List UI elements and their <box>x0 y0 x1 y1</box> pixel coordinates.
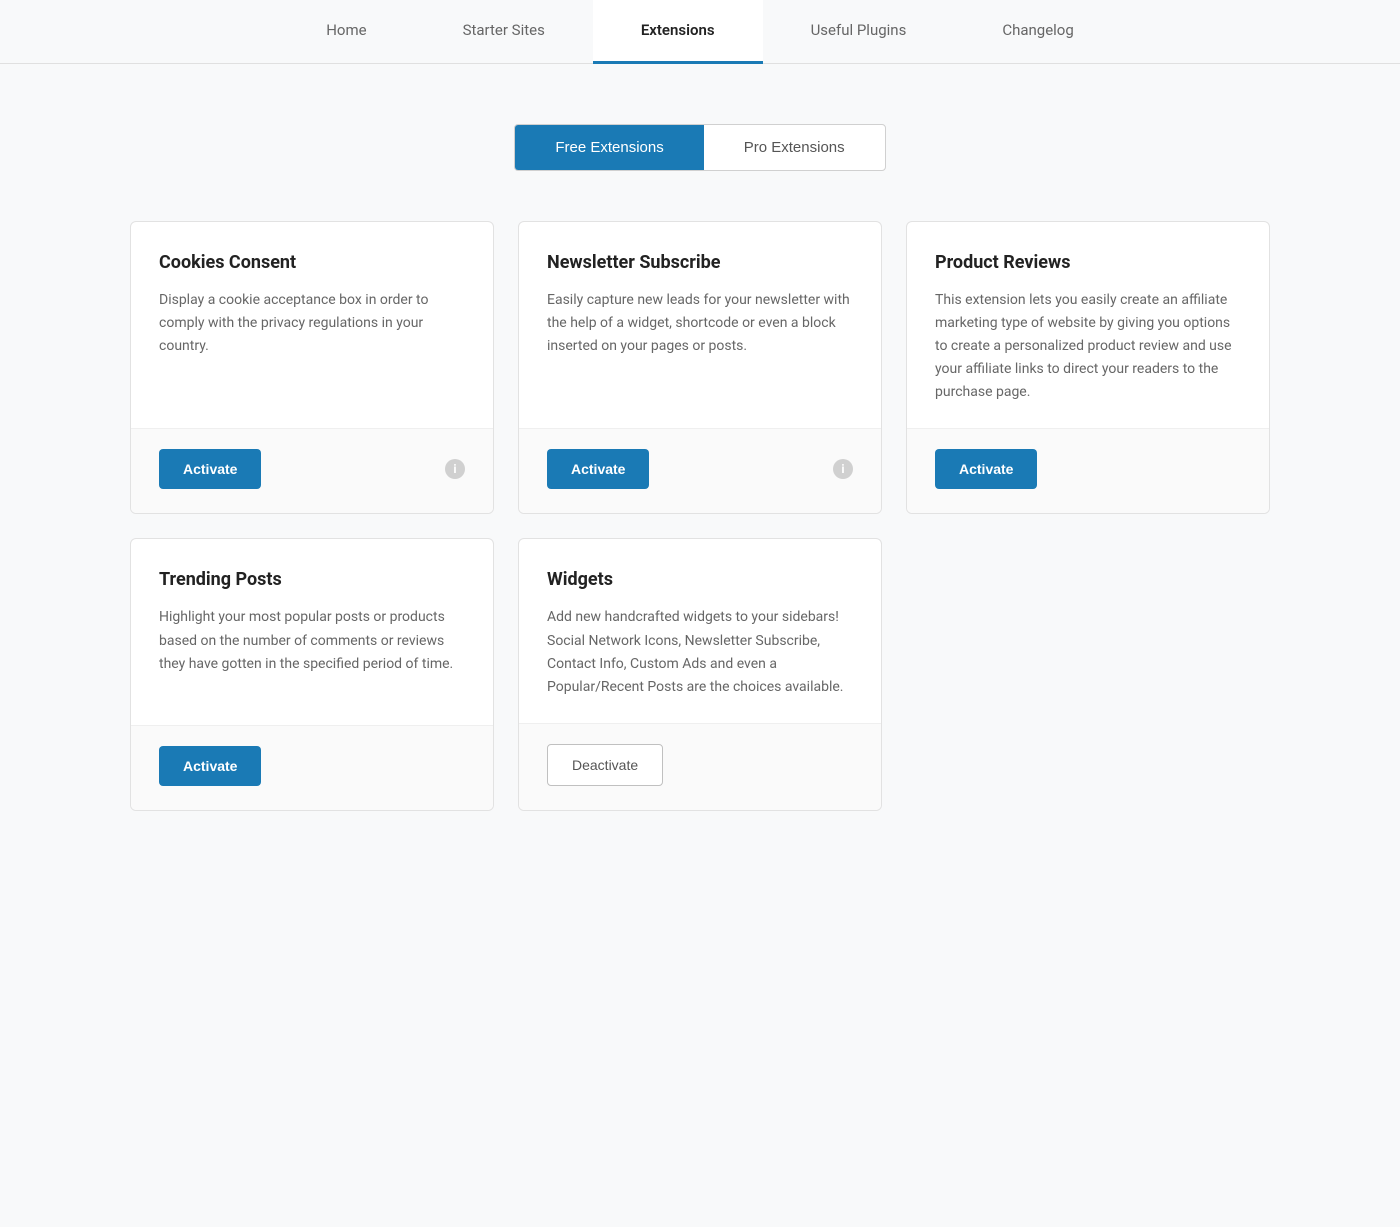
activate-button-newsletter-subscribe[interactable]: Activate <box>547 449 649 489</box>
card-desc-newsletter-subscribe: Easily capture new leads for your newsle… <box>547 289 853 358</box>
card-desc-trending-posts: Highlight your most popular posts or pro… <box>159 606 465 675</box>
card-body-trending-posts: Trending Posts Highlight your most popul… <box>131 539 493 724</box>
extensions-grid-row1: Cookies Consent Display a cookie accepta… <box>130 221 1270 514</box>
card-footer-trending-posts: Activate <box>131 725 493 810</box>
nav-tabs: Home Starter Sites Extensions Useful Plu… <box>278 0 1122 64</box>
empty-card-slot <box>906 538 1270 810</box>
nav-tab-starter-sites[interactable]: Starter Sites <box>415 0 593 64</box>
extensions-grid-row2: Trending Posts Highlight your most popul… <box>130 538 1270 810</box>
extension-card-product-reviews: Product Reviews This extension lets you … <box>906 221 1270 514</box>
card-title-newsletter-subscribe: Newsletter Subscribe <box>547 252 853 273</box>
card-body-newsletter-subscribe: Newsletter Subscribe Easily capture new … <box>519 222 881 428</box>
extension-card-cookies-consent: Cookies Consent Display a cookie accepta… <box>130 221 494 514</box>
card-body-cookies-consent: Cookies Consent Display a cookie accepta… <box>131 222 493 428</box>
info-icon-newsletter-subscribe[interactable]: i <box>833 459 853 479</box>
card-desc-product-reviews: This extension lets you easily create an… <box>935 289 1241 404</box>
card-footer-newsletter-subscribe: Activate i <box>519 428 881 513</box>
extension-card-trending-posts: Trending Posts Highlight your most popul… <box>130 538 494 810</box>
nav-tab-home[interactable]: Home <box>278 0 414 64</box>
main-content: Free Extensions Pro Extensions Cookies C… <box>110 64 1290 851</box>
nav-tab-extensions[interactable]: Extensions <box>593 0 763 64</box>
info-icon-cookies-consent[interactable]: i <box>445 459 465 479</box>
activate-button-product-reviews[interactable]: Activate <box>935 449 1037 489</box>
toggle-container: Free Extensions Pro Extensions <box>514 124 885 171</box>
deactivate-button-widgets[interactable]: Deactivate <box>547 744 663 786</box>
activate-button-trending-posts[interactable]: Activate <box>159 746 261 786</box>
card-footer-widgets: Deactivate <box>519 723 881 810</box>
card-title-trending-posts: Trending Posts <box>159 569 465 590</box>
activate-button-cookies-consent[interactable]: Activate <box>159 449 261 489</box>
card-footer-cookies-consent: Activate i <box>131 428 493 513</box>
extension-card-widgets: Widgets Add new handcrafted widgets to y… <box>518 538 882 810</box>
card-title-cookies-consent: Cookies Consent <box>159 252 465 273</box>
card-desc-widgets: Add new handcrafted widgets to your side… <box>547 606 853 698</box>
card-footer-product-reviews: Activate <box>907 428 1269 513</box>
nav-tab-changelog[interactable]: Changelog <box>954 0 1121 64</box>
card-body-product-reviews: Product Reviews This extension lets you … <box>907 222 1269 428</box>
extension-card-newsletter-subscribe: Newsletter Subscribe Easily capture new … <box>518 221 882 514</box>
tab-toggle: Free Extensions Pro Extensions <box>130 124 1270 171</box>
nav-bar: Home Starter Sites Extensions Useful Plu… <box>0 0 1400 64</box>
card-desc-cookies-consent: Display a cookie acceptance box in order… <box>159 289 465 358</box>
card-title-product-reviews: Product Reviews <box>935 252 1241 273</box>
card-title-widgets: Widgets <box>547 569 853 590</box>
card-body-widgets: Widgets Add new handcrafted widgets to y… <box>519 539 881 722</box>
nav-tab-useful-plugins[interactable]: Useful Plugins <box>763 0 955 64</box>
toggle-free-extensions[interactable]: Free Extensions <box>515 125 703 170</box>
toggle-pro-extensions[interactable]: Pro Extensions <box>704 125 885 170</box>
